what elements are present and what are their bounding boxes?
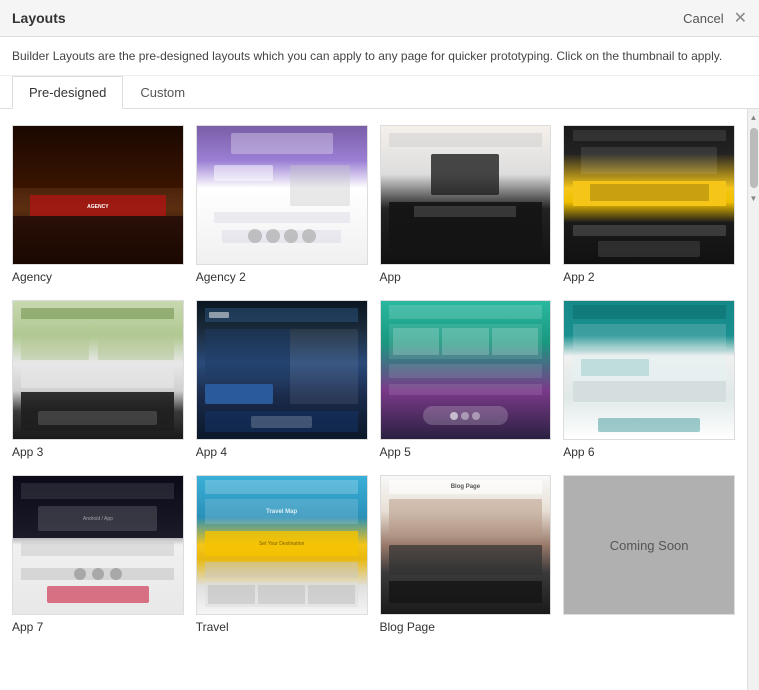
- scroll-up-arrow[interactable]: ▲: [748, 111, 759, 124]
- layout-item[interactable]: Android / App App 7: [12, 475, 184, 634]
- layout-thumb-soon[interactable]: Coming Soon: [563, 475, 735, 615]
- layout-thumb-agency[interactable]: AGENCY: [12, 125, 184, 265]
- layout-item[interactable]: App 4: [196, 300, 368, 459]
- layout-label-app7: App 7: [12, 620, 184, 634]
- layout-thumb-app5[interactable]: [380, 300, 552, 440]
- layout-item[interactable]: Blog Page Blog Page: [380, 475, 552, 634]
- layout-item[interactable]: Coming Soon: [563, 475, 735, 634]
- layout-thumb-app4[interactable]: [196, 300, 368, 440]
- scroll-down-arrow[interactable]: ▼: [748, 192, 759, 205]
- main-row: AGENCY Agency: [0, 109, 759, 690]
- layout-thumb-travel[interactable]: Travel Map Set Your Destination: [196, 475, 368, 615]
- layout-label-app2: App 2: [563, 270, 735, 284]
- tab-predesigned[interactable]: Pre-designed: [12, 76, 123, 109]
- title-bar: Layouts Cancel ✕: [0, 0, 759, 37]
- layout-label-soon: [563, 620, 735, 634]
- layout-item[interactable]: Agency 2: [196, 125, 368, 284]
- layout-label-blog: Blog Page: [380, 620, 552, 634]
- tabs-bar: Pre-designed Custom: [0, 76, 759, 109]
- layout-item[interactable]: App 2: [563, 125, 735, 284]
- layout-thumb-agency2[interactable]: [196, 125, 368, 265]
- coming-soon-label: Coming Soon: [610, 538, 689, 553]
- close-icon[interactable]: ✕: [734, 8, 747, 28]
- layout-item[interactable]: App 5: [380, 300, 552, 459]
- window-title: Layouts: [12, 10, 66, 26]
- layout-item[interactable]: App 6: [563, 300, 735, 459]
- tab-custom[interactable]: Custom: [123, 76, 202, 109]
- layout-thumb-app2[interactable]: [563, 125, 735, 265]
- scroll-thumb[interactable]: [750, 128, 758, 188]
- layout-thumb-blog[interactable]: Blog Page: [380, 475, 552, 615]
- description-text: Builder Layouts are the pre-designed lay…: [0, 37, 759, 76]
- layouts-grid: AGENCY Agency: [12, 125, 735, 634]
- layout-label-app6: App 6: [563, 445, 735, 459]
- layout-item[interactable]: App 3: [12, 300, 184, 459]
- layout-label-app3: App 3: [12, 445, 184, 459]
- layout-label-app4: App 4: [196, 445, 368, 459]
- layouts-content[interactable]: AGENCY Agency: [0, 109, 747, 690]
- layout-item[interactable]: Travel Map Set Your Destination Tra: [196, 475, 368, 634]
- layout-thumb-app3[interactable]: [12, 300, 184, 440]
- layout-label-travel: Travel: [196, 620, 368, 634]
- cancel-button[interactable]: Cancel ✕: [683, 8, 747, 28]
- cancel-label: Cancel: [683, 11, 723, 26]
- layout-label-agency: Agency: [12, 270, 184, 284]
- layout-label-agency2: Agency 2: [196, 270, 368, 284]
- layout-thumb-app7[interactable]: Android / App: [12, 475, 184, 615]
- layout-item[interactable]: AGENCY Agency: [12, 125, 184, 284]
- layout-label-app: App: [380, 270, 552, 284]
- layout-item[interactable]: App: [380, 125, 552, 284]
- layout-thumb-app[interactable]: [380, 125, 552, 265]
- layout-thumb-app6[interactable]: [563, 300, 735, 440]
- scrollbar: ▲ ▼: [747, 109, 759, 690]
- layout-label-app5: App 5: [380, 445, 552, 459]
